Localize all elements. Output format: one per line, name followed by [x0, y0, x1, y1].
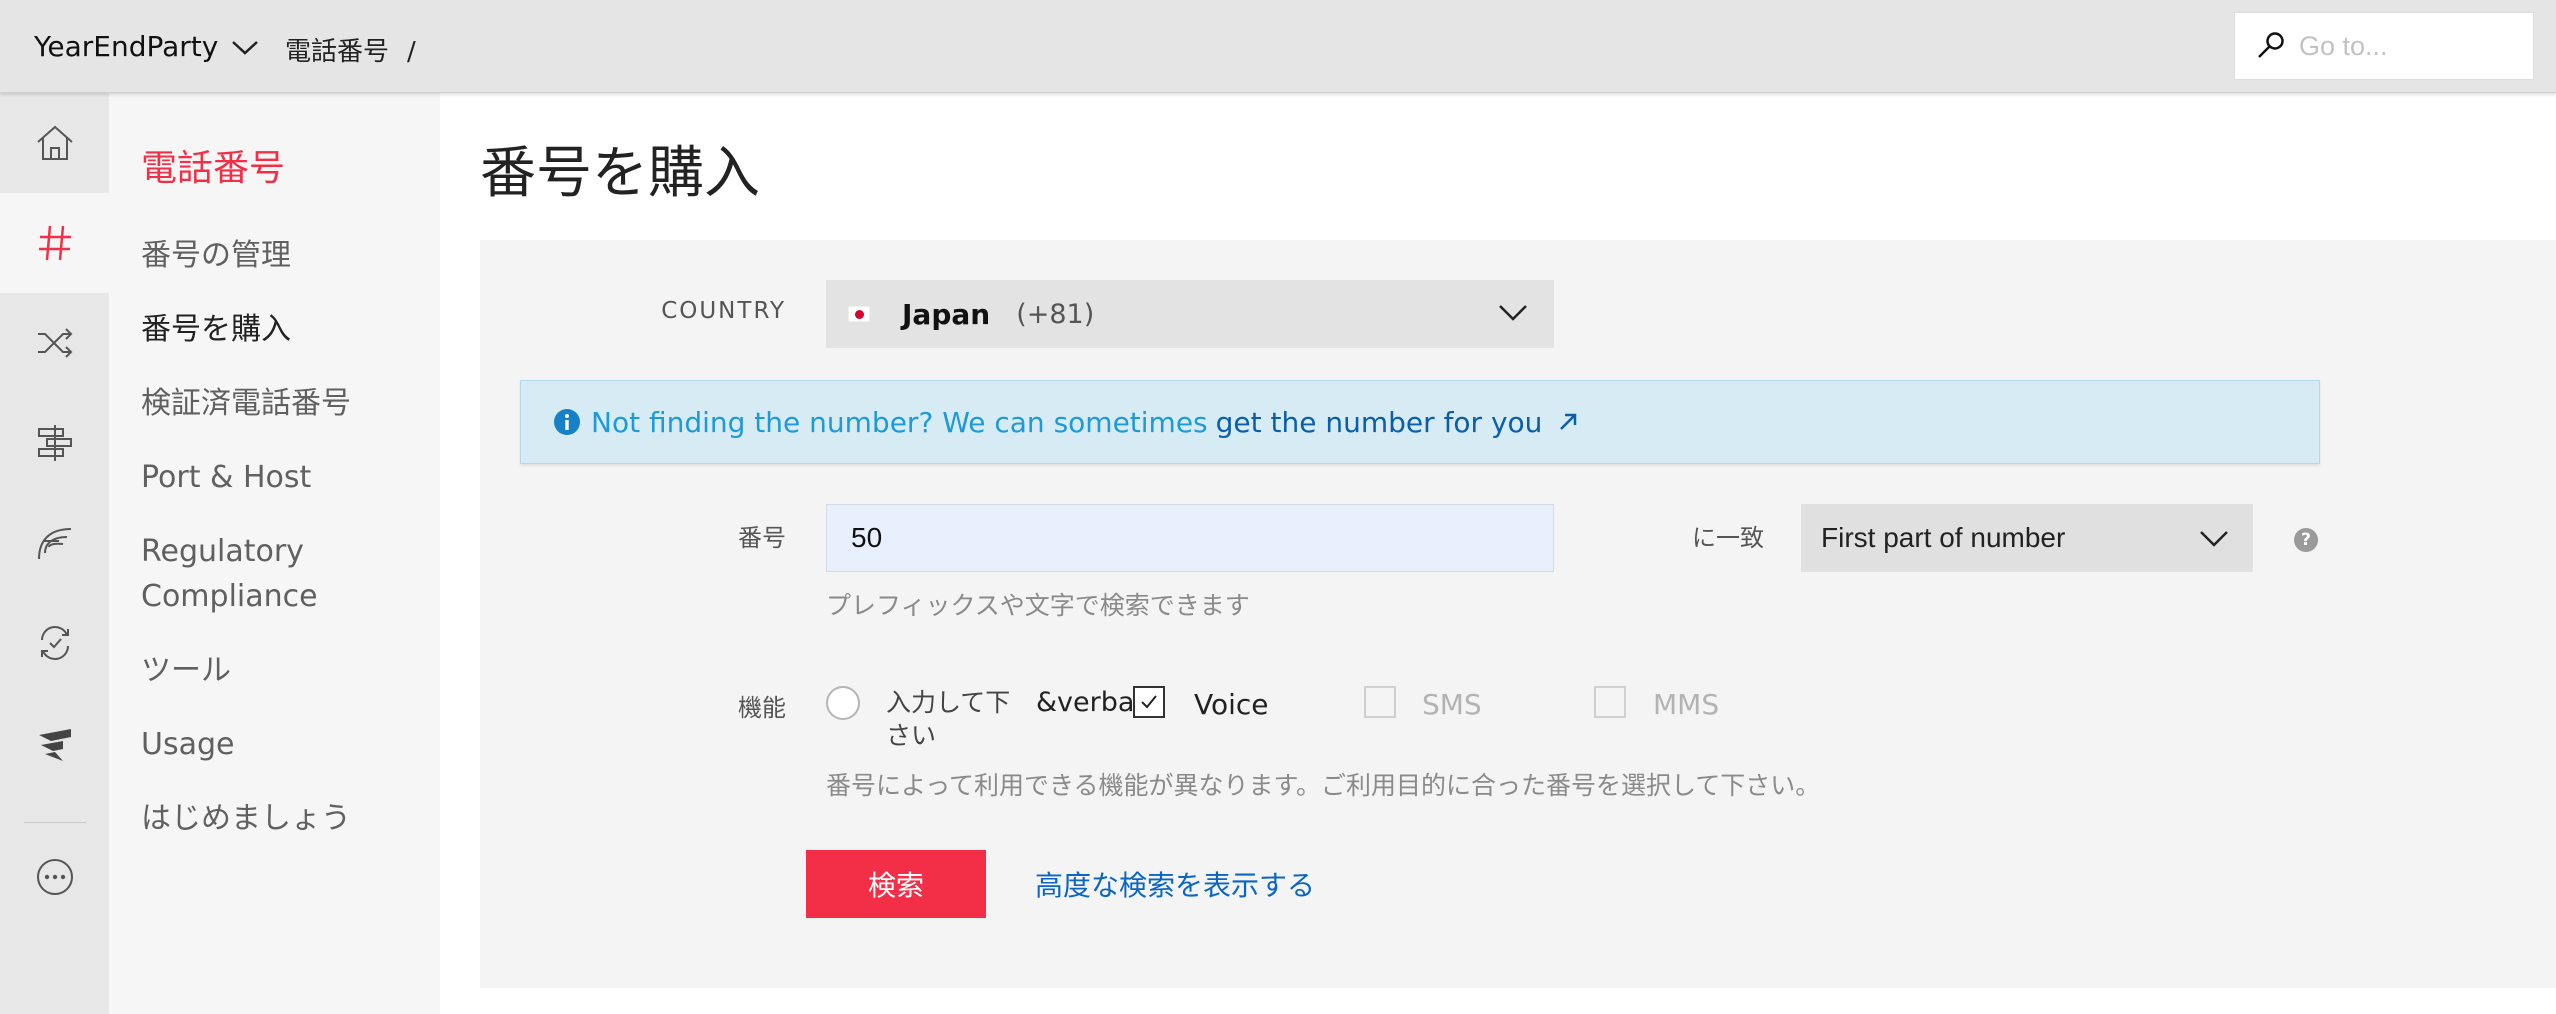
- shuffle-icon: [37, 328, 72, 358]
- nav-item-regulatory[interactable]: Regulatory: [141, 529, 304, 574]
- voice-checkbox[interactable]: [1133, 686, 1165, 718]
- stray-html-entity: &verbar;: [1036, 687, 1136, 718]
- rail-flex[interactable]: [0, 493, 109, 593]
- breadcrumb-item[interactable]: 電話番号: [285, 37, 389, 67]
- rail-more[interactable]: [0, 827, 109, 927]
- nav-item-usage[interactable]: Usage: [141, 722, 234, 767]
- hash-icon: [38, 225, 71, 261]
- nav-item-manage-numbers[interactable]: 番号の管理: [141, 233, 291, 278]
- sms-label: SMS: [1422, 688, 1482, 721]
- number-label: 番号: [738, 524, 786, 552]
- goto-search: [2234, 12, 2534, 80]
- icon-rail: [0, 93, 109, 1014]
- nav-item-buy-number[interactable]: 番号を購入: [141, 307, 291, 352]
- country-code: (+81): [1016, 298, 1095, 330]
- nav-item-getting-started[interactable]: はじめましょう: [141, 796, 351, 841]
- nav-item-tools[interactable]: ツール: [141, 648, 231, 693]
- country-label: COUNTRY: [661, 298, 786, 324]
- nav-item-compliance[interactable]: Compliance: [141, 574, 318, 619]
- rail-home[interactable]: [0, 93, 109, 193]
- rail-phone-numbers[interactable]: [0, 193, 109, 293]
- advanced-search-link[interactable]: 高度な検索を表示する: [1035, 864, 1315, 904]
- rail-divider: [24, 822, 86, 823]
- number-input[interactable]: [826, 504, 1554, 572]
- country-select[interactable]: Japan (+81): [826, 280, 1554, 348]
- info-banner: Not finding the number? We can sometimes…: [520, 380, 2320, 464]
- page-title: 番号を購入: [480, 141, 760, 206]
- section-nav: 電話番号 番号の管理 番号を購入 検証済電話番号 Port & Host Reg…: [109, 93, 440, 1014]
- sync-icon: [40, 626, 69, 660]
- rail-studio[interactable]: [0, 693, 109, 793]
- mms-checkbox[interactable]: [1594, 686, 1626, 718]
- account-name: YearEndParty: [34, 30, 219, 63]
- check-icon: [1141, 695, 1157, 709]
- goto-input[interactable]: [2299, 30, 2519, 62]
- home-icon: [36, 125, 73, 160]
- match-select[interactable]: First part of number: [1801, 504, 2253, 572]
- chevron-down-icon: [1499, 305, 1527, 321]
- info-text: Not finding the number? We can sometimes: [591, 405, 1208, 439]
- help-icon[interactable]: ?: [2294, 528, 2318, 552]
- chevron-down-icon: [232, 40, 259, 55]
- match-label: に一致: [1692, 524, 1764, 552]
- info-icon: [554, 409, 580, 435]
- feather-icon: [37, 528, 71, 560]
- japan-flag-icon: [848, 306, 870, 322]
- match-selected-value: First part of number: [1821, 522, 2066, 553]
- capabilities-hint: 番号によって利用できる機能が異なります。ご利用目的に合った番号を選択して下さい。: [826, 771, 1821, 800]
- stack-icon: [37, 425, 72, 461]
- radio-text-line1: 入力して下: [886, 688, 1011, 717]
- get-number-link[interactable]: get the number for you: [1216, 406, 1543, 439]
- rail-routing[interactable]: [0, 293, 109, 393]
- account-switcher[interactable]: YearEndParty: [34, 30, 260, 63]
- rail-sync[interactable]: [0, 593, 109, 693]
- nav-item-port-host[interactable]: Port & Host: [141, 455, 311, 500]
- sms-checkbox[interactable]: [1364, 686, 1396, 718]
- external-link-icon[interactable]: [1556, 410, 1580, 434]
- search-panel: [480, 240, 2556, 988]
- radio-text-line2: さい: [886, 721, 937, 750]
- chevron-down-icon: [2200, 531, 2228, 547]
- search-button[interactable]: 検索: [806, 850, 986, 918]
- mms-label: MMS: [1653, 688, 1720, 721]
- more-icon: [36, 859, 73, 895]
- capability-radio[interactable]: [826, 686, 860, 720]
- rail-stack[interactable]: [0, 393, 109, 493]
- breadcrumb-separator: /: [407, 37, 416, 67]
- country-name: Japan: [902, 297, 991, 331]
- voice-label: Voice: [1194, 688, 1269, 721]
- capabilities-label: 機能: [738, 694, 786, 722]
- breadcrumb: 電話番号 /: [285, 31, 416, 68]
- number-hint: プレフィックスや文字で検索できます: [826, 591, 1250, 620]
- studio-icon: [38, 729, 71, 761]
- nav-item-verified-ids[interactable]: 検証済電話番号: [141, 381, 351, 426]
- section-title[interactable]: 電話番号: [141, 139, 285, 191]
- top-bar: YearEndParty 電話番号 /: [0, 0, 2556, 93]
- search-icon: [2258, 32, 2284, 58]
